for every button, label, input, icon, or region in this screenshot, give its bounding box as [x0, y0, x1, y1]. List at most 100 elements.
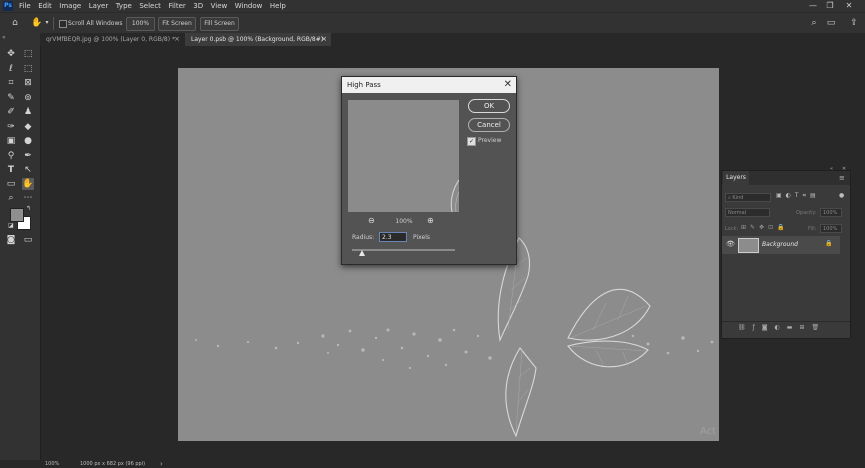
menu-filter[interactable]: Filter — [168, 0, 185, 12]
zoom-tool-icon[interactable]: ⌕ — [5, 192, 17, 204]
layers-panel: « ✕ Layers ≡ ⌕ Kind ▣◐T⌗▤ ● Normal Opaci… — [721, 166, 851, 339]
menu-file[interactable]: File — [19, 0, 31, 12]
menu-select[interactable]: Select — [139, 0, 161, 12]
close-tab-icon[interactable]: × — [174, 33, 180, 46]
tab-qrvm-document[interactable]: qrVMfBEQR.jpg @ 100% (Layer 0, RGB/8) * … — [40, 33, 184, 46]
workspace-icon[interactable]: ▭ — [825, 18, 837, 28]
opacity-label: Opacity: — [796, 210, 817, 216]
preview-label: Preview — [478, 137, 502, 144]
panel-menu-icon[interactable]: ≡ — [839, 174, 845, 182]
preview-leaf-edge — [450, 179, 459, 212]
frame-tool-icon[interactable]: ⊠ — [22, 77, 34, 89]
eraser-tool-icon[interactable]: ◆ — [22, 121, 34, 133]
divider — [722, 321, 850, 322]
hand-tool-icon[interactable]: ✋ — [31, 18, 43, 28]
search-icon: ⌕ — [728, 195, 731, 201]
leaf-veins — [507, 239, 647, 434]
close-tab-icon[interactable]: × — [321, 33, 327, 46]
tab-layers[interactable]: Layers — [723, 171, 749, 185]
screen-mode-icon[interactable]: ▭ — [22, 234, 34, 246]
preview-checkbox[interactable]: ✓ — [467, 137, 476, 146]
kind-label: Kind — [732, 195, 744, 201]
scroll-all-windows-checkbox[interactable] — [59, 20, 67, 28]
layer-actions-bar[interactable]: ⛓ƒ◙◐▬⊞🗑 — [738, 324, 826, 331]
layer-row[interactable]: 👁 Background 🔒 — [722, 236, 840, 254]
leaf-outlines — [497, 237, 651, 438]
gradient-tool-icon[interactable]: ▣ — [5, 135, 17, 147]
move-tool-icon[interactable]: ✥ — [5, 48, 17, 60]
filter-toggle-icon[interactable]: ● — [839, 192, 844, 199]
ok-button[interactable]: OK — [468, 99, 510, 113]
preview-pane[interactable] — [348, 100, 459, 212]
lock-icon: 🔒 — [825, 240, 833, 247]
lasso-tool-icon[interactable]: ℓ — [5, 63, 17, 75]
foreground-color-swatch-front[interactable] — [10, 208, 24, 222]
radius-label: Radius: — [352, 234, 375, 241]
rectangle-tool-icon[interactable]: ▭ — [5, 178, 17, 190]
opacity-input[interactable]: 100% — [820, 208, 842, 217]
menu-window[interactable]: Window — [235, 0, 263, 12]
eyedropper-tool-icon[interactable]: ✎ — [5, 92, 17, 104]
swap-colors-icon[interactable]: ↰ — [26, 205, 31, 212]
search-icon[interactable]: ⌕ — [808, 18, 820, 28]
visibility-eye-icon[interactable]: 👁 — [726, 240, 735, 248]
high-pass-dialog: High Pass ✕ ⊖ 100% ⊕ Radius: Pixels OK C… — [341, 76, 517, 265]
dialog-title: High Pass — [347, 81, 381, 89]
fill-input[interactable]: 100% — [820, 224, 842, 233]
zoom-in-icon[interactable]: ⊕ — [427, 216, 434, 225]
radius-slider-track[interactable] — [352, 249, 455, 251]
filter-icons[interactable]: ▣◐T⌗▤ — [776, 192, 820, 200]
photoshop-logo: Ps — [3, 1, 13, 11]
status-arrow-icon[interactable]: › — [160, 460, 163, 468]
dialog-titlebar[interactable]: High Pass ✕ — [342, 77, 516, 93]
status-bar: 100% 1000 px x 682 px (96 ppi) › — [40, 460, 865, 468]
menu-view[interactable]: View — [211, 0, 228, 12]
type-tool-icon[interactable]: T — [5, 164, 17, 176]
fit-screen-button[interactable]: Fit Screen — [158, 17, 196, 31]
zoom-100-button[interactable]: 100% — [126, 17, 155, 31]
menu-image[interactable]: Image — [59, 0, 81, 12]
dodge-tool-icon[interactable]: ⚲ — [5, 150, 17, 162]
share-icon[interactable]: ⇪ — [848, 18, 860, 28]
layer-name[interactable]: Background — [762, 240, 798, 249]
menu-3d[interactable]: 3D — [193, 0, 203, 12]
object-select-tool-icon[interactable]: ⬚ — [22, 63, 34, 75]
pen-tool-icon[interactable]: ✒ — [22, 150, 34, 162]
lock-icons[interactable]: ⊞✎✥⊡🔒 — [741, 224, 789, 231]
collapse-toolbar-icon[interactable]: « — [2, 34, 6, 41]
fill-label: Fill: — [808, 226, 817, 232]
radius-slider-thumb[interactable] — [359, 250, 366, 256]
default-colors-icon[interactable]: ◪ — [8, 222, 14, 229]
hand-tool-icon[interactable]: ✋ — [22, 178, 34, 190]
brush-tool-icon[interactable]: ✐ — [5, 106, 17, 118]
menu-layer[interactable]: Layer — [89, 0, 109, 12]
document-info: 1000 px x 682 px (96 ppi) — [80, 461, 146, 467]
menu-edit[interactable]: Edit — [38, 0, 52, 12]
crop-tool-icon[interactable]: ⌗ — [5, 77, 17, 89]
artboard-tool-icon[interactable]: ⬚ — [22, 48, 34, 60]
cancel-button[interactable]: Cancel — [468, 118, 510, 132]
history-brush-tool-icon[interactable]: ✑ — [5, 121, 17, 133]
restore-icon[interactable]: ❐ — [823, 0, 837, 12]
spot-healing-tool-icon[interactable]: ⊚ — [22, 92, 34, 104]
zoom-out-icon[interactable]: ⊖ — [368, 216, 375, 225]
chevron-down-icon[interactable]: ▾ — [43, 18, 51, 28]
home-icon[interactable]: ⌂ — [9, 18, 21, 28]
menu-bar: Ps File Edit Image Layer Type Select Fil… — [0, 0, 865, 12]
quick-mask-icon[interactable]: ◙ — [5, 234, 17, 246]
minimize-icon[interactable]: — — [806, 0, 820, 12]
blur-tool-icon[interactable]: ● — [22, 135, 34, 147]
status-zoom[interactable]: 100% — [45, 460, 59, 468]
layer-kind-filter[interactable]: ⌕ Kind — [725, 193, 771, 202]
close-dialog-icon[interactable]: ✕ — [504, 77, 512, 93]
clone-stamp-tool-icon[interactable]: ♟ — [22, 106, 34, 118]
tab-layer0-psb[interactable]: Layer 0.psb @ 100% (Background, RGB/8#) … — [185, 33, 331, 46]
more-tools-icon[interactable]: ⋯ — [22, 192, 34, 204]
blend-mode-select[interactable]: Normal — [725, 208, 770, 217]
menu-help[interactable]: Help — [270, 0, 286, 12]
fill-screen-button[interactable]: Fill Screen — [200, 17, 239, 31]
close-window-icon[interactable]: ✕ — [842, 0, 856, 12]
path-selection-tool-icon[interactable]: ↖ — [22, 164, 34, 176]
menu-type[interactable]: Type — [116, 0, 132, 12]
radius-input[interactable] — [379, 232, 407, 242]
